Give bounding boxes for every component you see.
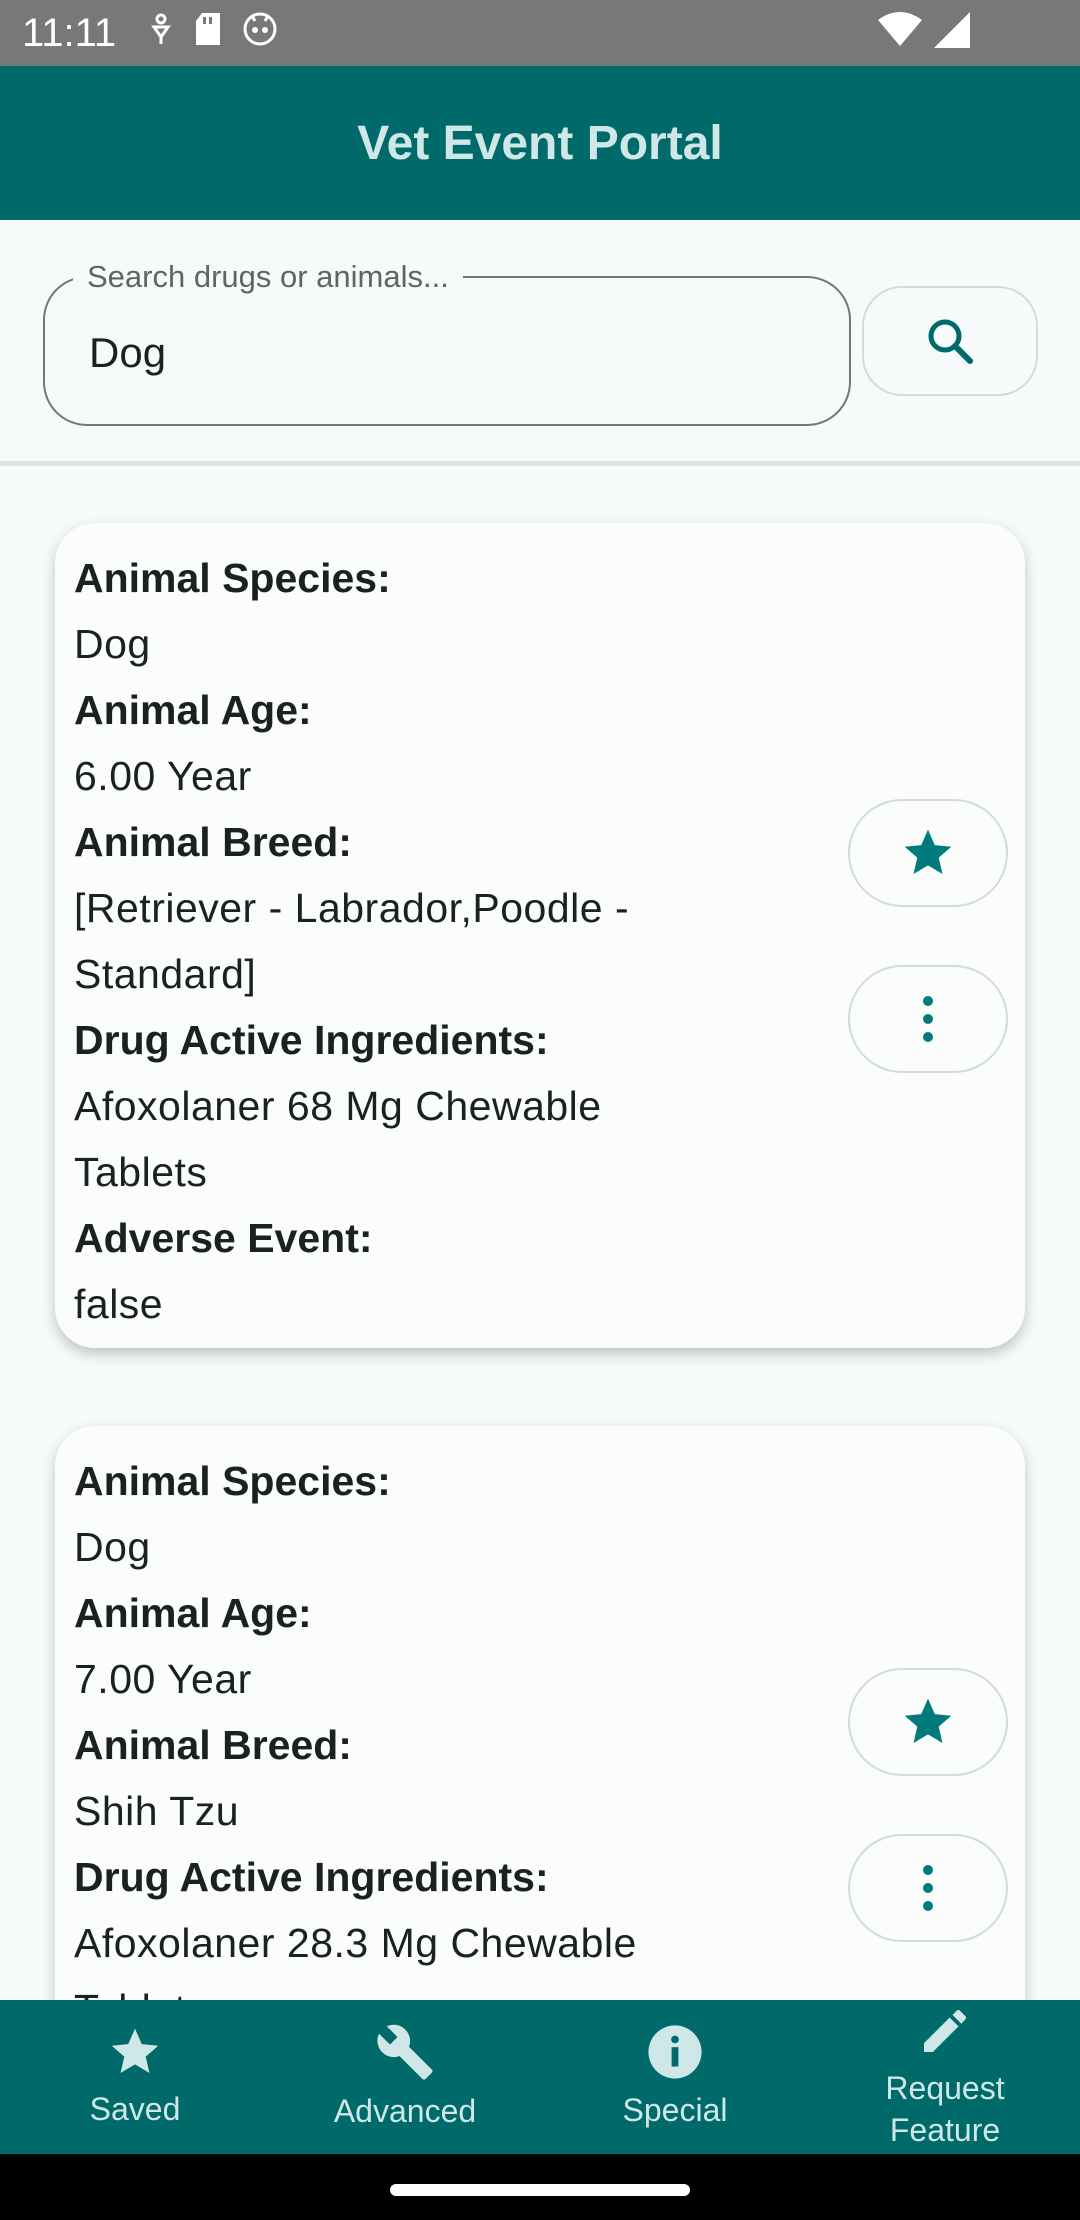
divider: [0, 461, 1080, 466]
gesture-bar: [0, 2154, 1080, 2220]
nav-label: Advanced: [333, 2093, 477, 2129]
more-vert-icon: [923, 1865, 933, 1911]
ingredients-value: Afoxolaner 68 Mg Chewable Tablets: [74, 1083, 602, 1195]
nav-label: Request Feature: [885, 2070, 1005, 2148]
more-vert-icon: [923, 996, 933, 1042]
pencil-icon: [924, 2010, 966, 2052]
save-favorite-button[interactable]: [848, 799, 1008, 907]
usb-debug-icon: [151, 13, 171, 44]
search-button[interactable]: [862, 286, 1038, 396]
bottom-nav: Saved Advanced Special Request Feature: [0, 2000, 1080, 2154]
breed-value: [Retriever - Labrador,Poodle - Standard]: [74, 885, 630, 997]
robot-icon: [243, 12, 277, 46]
search-input[interactable]: Search drugs or animals... Dog: [43, 258, 851, 426]
app-title: Vet Event Portal: [357, 116, 723, 170]
event-card: Animal Species: Dog Animal Age: 6.00 Yea…: [55, 523, 1025, 1348]
ingredients-label: Drug Active Ingredients:: [74, 1017, 549, 1063]
app-bar: Vet Event Portal: [0, 66, 1080, 220]
status-icons-right: [870, 12, 970, 48]
more-options-button[interactable]: [848, 965, 1008, 1073]
adverse-event-label: Adverse Event:: [74, 1215, 373, 1261]
save-favorite-button[interactable]: [848, 1668, 1008, 1776]
ingredients-label: Drug Active Ingredients:: [74, 1854, 549, 1900]
breed-label: Animal Breed:: [74, 1722, 352, 1768]
age-value: 7.00 Year: [74, 1656, 252, 1702]
search-area: Search drugs or animals... Dog: [0, 220, 1080, 464]
breed-value: Shih Tzu: [74, 1788, 240, 1834]
species-label: Animal Species:: [74, 555, 391, 601]
search-input-label: Search drugs or animals...: [73, 258, 463, 296]
nav-item-request-feature[interactable]: Request Feature: [810, 2000, 1080, 2154]
wifi-icon: [877, 12, 922, 46]
age-label: Animal Age:: [74, 1590, 312, 1636]
nav-item-special[interactable]: Special: [540, 2000, 810, 2154]
status-time: 11:11: [22, 11, 117, 55]
species-label: Animal Species:: [74, 1458, 391, 1504]
home-gesture-handle[interactable]: [390, 2184, 690, 2196]
status-icons-left: [148, 12, 293, 54]
info-icon: [648, 2025, 702, 2079]
search-icon: [928, 319, 973, 364]
age-value: 6.00 Year: [74, 753, 252, 799]
nav-item-saved[interactable]: Saved: [0, 2000, 270, 2154]
sd-card-icon: [196, 13, 221, 45]
more-options-button[interactable]: [848, 1834, 1008, 1942]
star-icon: [904, 1698, 952, 1743]
age-label: Animal Age:: [74, 687, 312, 733]
wrench-icon: [377, 2024, 433, 2080]
status-bar: 11:11: [0, 0, 1080, 66]
event-card-details: Animal Species: Dog Animal Age: 6.00 Yea…: [74, 545, 714, 1337]
nav-label: Special: [622, 2092, 728, 2128]
breed-label: Animal Breed:: [74, 819, 352, 865]
cell-signal-icon: [934, 12, 970, 48]
nav-label: Saved: [89, 2091, 181, 2127]
species-value: Dog: [74, 621, 151, 667]
adverse-event-value: false: [74, 1281, 164, 1327]
star-icon: [111, 2028, 159, 2073]
search-input-value[interactable]: Dog: [89, 328, 166, 378]
nav-item-advanced[interactable]: Advanced: [270, 2000, 540, 2154]
event-card-details: Animal Species: Dog Animal Age: 7.00 Yea…: [74, 1448, 714, 2042]
species-value: Dog: [74, 1524, 151, 1570]
star-icon: [904, 829, 952, 874]
